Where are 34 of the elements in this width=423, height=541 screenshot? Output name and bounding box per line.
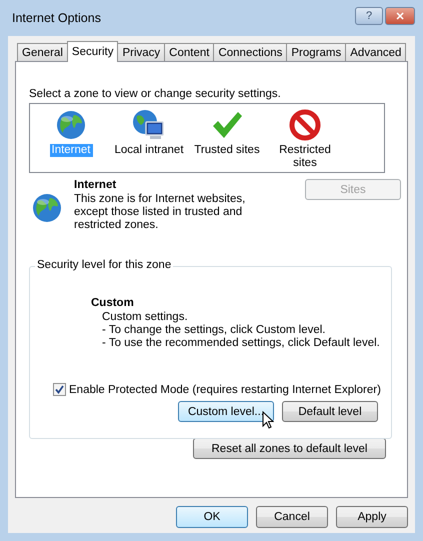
window-title: Internet Options (12, 11, 101, 25)
tab[interactable]: General (17, 43, 68, 61)
tab[interactable]: Programs (286, 43, 346, 61)
level-name: Custom (91, 297, 135, 309)
level-description: - To use the recommended settings, click Default level. (102, 337, 381, 350)
zone-item[interactable]: Local intranet (112, 144, 186, 157)
zone-item[interactable]: Trusted sites (192, 144, 262, 157)
tab[interactable]: Security (66, 41, 118, 62)
group-legend: Security level for this zone (35, 259, 174, 271)
zone-prompt: Select a zone to view or change security settings. (29, 88, 282, 100)
tab[interactable]: Advanced (345, 43, 406, 61)
apply-button[interactable]: Apply (336, 506, 408, 528)
level-description: Custom settings. (102, 311, 189, 324)
ok-button[interactable]: OK (176, 506, 248, 528)
reset-zones-button[interactable]: Reset all zones to default level (193, 438, 386, 459)
zone-item[interactable]: Restricted sites (266, 144, 344, 170)
zone-description: This zone is for Internet websites, except those listed in trusted and restricted zones. (74, 193, 246, 232)
tab[interactable]: Content (164, 43, 214, 61)
checkbox[interactable] (53, 383, 66, 396)
globe-icon (56, 110, 86, 140)
help-button[interactable]: ? (355, 7, 383, 25)
globe-computer-icon (132, 109, 166, 141)
level-description: - To change the settings, click Custom level. (102, 324, 327, 337)
checkmark-icon (211, 110, 243, 140)
custom-level-button[interactable]: Custom level... (178, 401, 274, 422)
tab[interactable]: Connections (213, 43, 288, 61)
checkbox-label: Enable Protected Mode (requires restarting Internet Explorer) (69, 384, 381, 396)
zone-title: Internet (74, 179, 118, 191)
globe-icon (32, 193, 62, 223)
cursor-icon (262, 411, 274, 429)
tab[interactable]: Privacy (117, 43, 166, 61)
cancel-button[interactable]: Cancel (256, 506, 328, 528)
default-level-button[interactable]: Default level (282, 401, 378, 422)
no-entry-icon (289, 109, 321, 141)
